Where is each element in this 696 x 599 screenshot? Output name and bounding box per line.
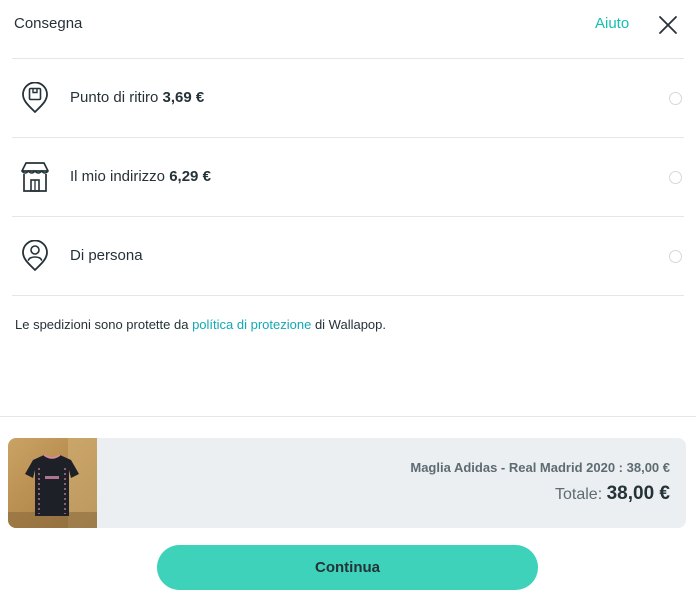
home-address-icon (20, 161, 50, 193)
in-person-icon (20, 239, 50, 272)
protection-note: Le spedizioni sono protette da política … (15, 317, 386, 332)
divider (12, 295, 684, 296)
page-title: Consegna (14, 15, 83, 32)
product-thumbnail (8, 438, 97, 528)
option-label: Punto di ritiro 3,69 € (70, 89, 205, 106)
option-label: Di persona (70, 247, 143, 264)
radio-button[interactable] (669, 171, 682, 184)
option-pickup-point[interactable]: Punto di ritiro 3,69 € (12, 59, 684, 137)
total-value: 38,00 € (606, 483, 670, 504)
option-home-address[interactable]: Il mio indirizzo 6,29 € (12, 138, 684, 216)
order-total: Totale: 38,00 € (555, 483, 670, 505)
radio-button[interactable] (669, 92, 682, 105)
continue-button[interactable]: Continua (157, 545, 538, 590)
product-line: Maglia Adidas - Real Madrid 2020 : 38,00… (410, 460, 670, 475)
protection-policy-link[interactable]: política di protezione (192, 317, 311, 332)
divider (0, 416, 696, 417)
pickup-point-icon (20, 81, 50, 114)
option-in-person[interactable]: Di persona (12, 217, 684, 295)
order-summary: Maglia Adidas - Real Madrid 2020 : 38,00… (8, 438, 686, 528)
close-icon[interactable] (656, 13, 680, 37)
radio-button[interactable] (669, 250, 682, 263)
header: Consegna Aiuto (0, 0, 696, 50)
option-label: Il mio indirizzo 6,29 € (70, 168, 211, 185)
help-link[interactable]: Aiuto (595, 15, 629, 32)
total-label: Totale: (555, 486, 603, 503)
